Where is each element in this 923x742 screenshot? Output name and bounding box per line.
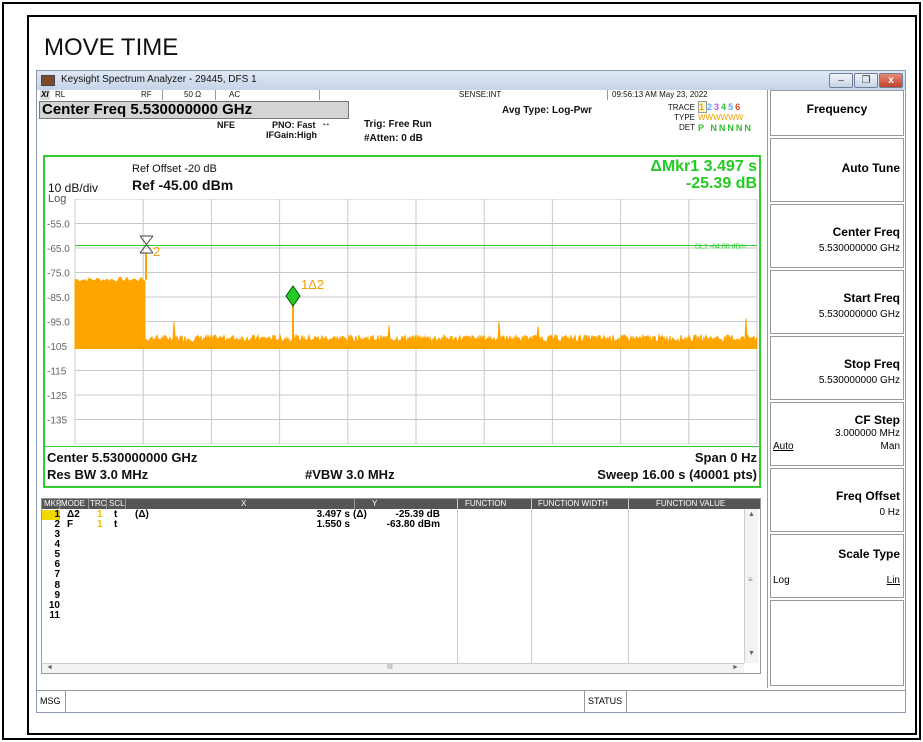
y-axis-ticks: -55.0 -65.0 -75.0 -85.0 -95.0 -105 -115 -125 -13… [47, 220, 70, 427]
restore-button[interactable]: ❐ [854, 73, 878, 88]
scroll-grip-icon[interactable]: ≡ [748, 575, 753, 584]
type-label: TYPE [674, 113, 695, 122]
table-horizontal-scrollbar[interactable]: ◄ III ► [42, 663, 744, 673]
msg-label: MSG [37, 691, 66, 712]
analyzer-window: Keysight Spectrum Analyzer - 29445, DFS … [36, 70, 906, 713]
center-freq-key[interactable]: Center Freq 5.530000000 GHz [770, 204, 904, 268]
plot-grid [74, 199, 758, 444]
window-titlebar[interactable]: Keysight Spectrum Analyzer - 29445, DFS … [37, 71, 905, 90]
softkey-panel: Frequency Auto Tune Center Freq 5.530000… [767, 90, 905, 688]
marker-readout-level: -25.39 dB [685, 175, 757, 192]
avg-type-label: Avg Type: Log-Pwr [502, 105, 592, 116]
coupling-label: AC [229, 90, 241, 99]
display-line-label: DL1 -64.00 dBm [695, 244, 746, 251]
arrow-icon: ↔ [321, 118, 331, 129]
atten-label: #Atten: 0 dB [364, 133, 423, 144]
row-2-mode[interactable]: F [67, 520, 73, 530]
slide-title: MOVE TIME [44, 34, 179, 61]
start-freq-key[interactable]: Start Freq 5.530000000 GHz [770, 270, 904, 334]
marker-1-label: 1Δ2 [301, 277, 324, 292]
window-title: Keysight Spectrum Analyzer - 29445, DFS … [61, 74, 257, 85]
y-tick-label: -95.0 [47, 318, 70, 329]
y-tick-label: -55.0 [47, 220, 70, 231]
row-2-scl[interactable]: t [114, 520, 117, 530]
center-freq-display[interactable]: Center Freq 5.530000000 GHz [39, 101, 349, 119]
minimize-button[interactable]: ‒ [829, 73, 853, 88]
type-values: WWWWWW [698, 113, 744, 122]
cf-step-auto[interactable]: Auto [773, 441, 794, 452]
scroll-grip-h[interactable]: III [387, 664, 393, 671]
stop-freq-key[interactable]: Stop Freq 5.530000000 GHz [770, 336, 904, 400]
ref-offset-label: Ref Offset -20 dB [132, 163, 217, 175]
y-tick-label: -85.0 [47, 293, 70, 304]
y-tick-label: -115 [47, 367, 67, 378]
table-vertical-scrollbar[interactable]: ▲ ≡ ▼ [744, 509, 758, 663]
ifgain-label: IFGain:High [266, 130, 317, 140]
status-row: XI RL RF 50 Ω AC SENSE:INT 09:56:13 AM M… [37, 90, 765, 100]
marker-1[interactable]: 1Δ2 [285, 277, 324, 307]
scroll-down-icon[interactable]: ▼ [748, 650, 755, 657]
trace-values: 123456 [698, 101, 743, 113]
row-2-trc[interactable]: 1 [97, 520, 103, 530]
row-11-mkr[interactable]: 11 [42, 611, 60, 621]
app-icon [41, 75, 55, 86]
impedance-label: 50 Ω [184, 90, 202, 99]
sweep-label: Sweep 16.00 s (40001 pts) [597, 467, 757, 482]
pno-label: PNO: Fast [272, 120, 316, 130]
msg-area [66, 691, 585, 712]
scroll-right-icon[interactable]: ► [732, 664, 739, 671]
row-1-y-delta: (Δ) [353, 509, 367, 520]
scale-type-lin[interactable]: Lin [887, 575, 900, 586]
scroll-up-icon[interactable]: ▲ [748, 511, 755, 518]
y-tick-label: -75.0 [47, 269, 70, 280]
marker-table-header: MKR MODE TRC SCL X Y FUNCTION FUNCTION W… [42, 499, 760, 509]
scroll-left-icon[interactable]: ◄ [46, 664, 53, 671]
det-values: P NNNNN [698, 123, 753, 133]
vbw-label: #VBW 3.0 MHz [305, 467, 395, 482]
cf-step-key[interactable]: CF Step 3.000000 MHz Auto Man [770, 402, 904, 466]
row-2-x[interactable]: 1.550 s [282, 520, 350, 530]
trace-label: TRACE [667, 103, 695, 112]
message-bar: MSG STATUS [37, 690, 905, 712]
close-button[interactable]: x [879, 73, 903, 88]
trace-plot[interactable]: -55.0 -65.0 -75.0 -85.0 -95.0 -105 -115 -125 -13… [45, 199, 761, 444]
y-tick-label: -135 [47, 416, 67, 427]
y-tick-label: -65.0 [47, 244, 70, 255]
xi-badge: XI [40, 90, 50, 100]
row-2-y[interactable]: -63.80 dBm [372, 520, 440, 530]
datetime-label: 09:56:13 AM May 23, 2022 [612, 90, 708, 99]
sense-label: SENSE:INT [459, 90, 502, 99]
marker-readout-time: ΔMkr1 3.497 s [650, 158, 757, 175]
scale-type-key[interactable]: Scale Type Log Lin [770, 534, 904, 598]
auto-tune-key[interactable]: Auto Tune [770, 138, 904, 202]
marker-table[interactable]: MKR MODE TRC SCL X Y FUNCTION FUNCTION W… [41, 498, 761, 674]
y-tick-label: -125 [47, 391, 67, 402]
rf-label: RF [141, 90, 152, 99]
marker-2-label: 2 [153, 244, 160, 259]
softkey-menu-title: Frequency [770, 90, 904, 136]
center-label: Center 5.530000000 GHz [47, 450, 198, 465]
rl-label: RL [55, 90, 66, 99]
res-bw-label: Res BW 3.0 MHz [47, 467, 149, 482]
y-tick-label: -105 [47, 342, 67, 353]
row-7-mkr[interactable]: 7 [42, 570, 60, 580]
nfe-label: NFE [217, 120, 235, 130]
det-label: DET [679, 123, 695, 132]
status-label: STATUS [585, 691, 627, 712]
cf-step-man[interactable]: Man [881, 441, 900, 452]
scale-type-log[interactable]: Log [773, 575, 790, 586]
row-1-x-delta: (Δ) [135, 509, 149, 520]
empty-softkey[interactable] [770, 600, 904, 686]
trig-label: Trig: Free Run [364, 119, 432, 130]
ref-level-label: Ref -45.00 dBm [132, 177, 234, 193]
span-label: Span 0 Hz [694, 450, 757, 465]
freq-offset-key[interactable]: Freq Offset 0 Hz [770, 468, 904, 532]
